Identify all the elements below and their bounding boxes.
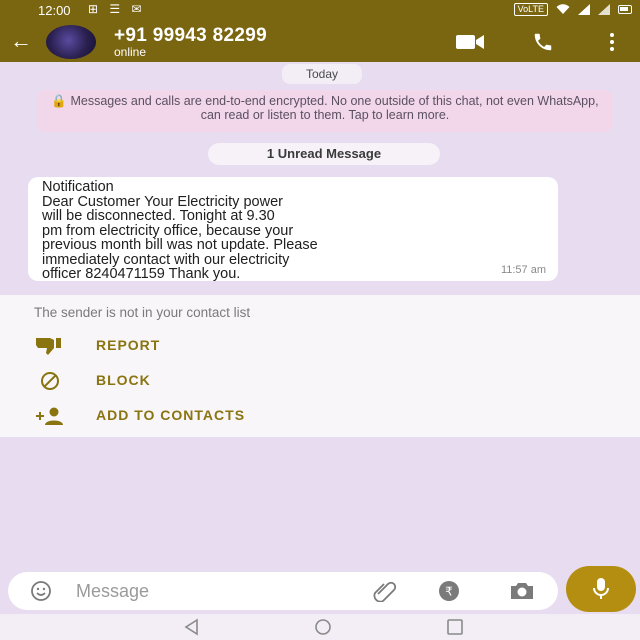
notification-icons: ⊞ ☰ ✉ bbox=[88, 2, 146, 16]
signal-icon-2 bbox=[598, 4, 610, 15]
volte-badge: VoLTE bbox=[513, 3, 548, 16]
message-timestamp: 11:57 am bbox=[500, 264, 546, 276]
unknown-sender-notice: The sender is not in your contact list bbox=[34, 305, 251, 320]
back-arrow-icon[interactable]: ← bbox=[10, 28, 32, 54]
mic-button[interactable] bbox=[566, 566, 636, 612]
camera-icon[interactable] bbox=[508, 580, 536, 602]
add-to-contacts-button[interactable]: ADD TO CONTACTS bbox=[0, 401, 640, 431]
unread-messages-chip: 1 Unread Message bbox=[208, 143, 440, 165]
add-contact-icon bbox=[36, 407, 63, 425]
svg-text:₹: ₹ bbox=[445, 585, 453, 599]
nav-home-icon[interactable] bbox=[313, 618, 333, 636]
nav-recents-icon[interactable] bbox=[446, 618, 464, 636]
chat-header: ← +91 99943 82299 online bbox=[0, 22, 640, 62]
status-time: 12:00 bbox=[38, 3, 71, 18]
system-nav-bar bbox=[0, 614, 640, 640]
block-label: BLOCK bbox=[96, 372, 151, 388]
voice-call-icon[interactable] bbox=[532, 31, 554, 53]
status-right-group: VoLTE bbox=[513, 3, 632, 16]
payment-icon[interactable]: ₹ bbox=[438, 580, 460, 602]
report-label: REPORT bbox=[96, 337, 161, 353]
message-text: Notification Dear Customer Your Electric… bbox=[42, 179, 318, 282]
date-chip: Today bbox=[282, 64, 362, 84]
avatar[interactable] bbox=[46, 25, 96, 59]
more-vert-icon[interactable] bbox=[605, 31, 619, 53]
signal-icon bbox=[578, 4, 590, 15]
nav-back-icon[interactable] bbox=[183, 618, 201, 636]
contact-name[interactable]: +91 99943 82299 bbox=[114, 25, 267, 47]
message-composer: ₹ bbox=[8, 572, 558, 610]
thumbs-down-icon bbox=[36, 338, 61, 355]
contact-status: online bbox=[114, 45, 147, 59]
unknown-sender-panel: The sender is not in your contact list R… bbox=[0, 295, 640, 437]
message-input[interactable] bbox=[76, 578, 356, 604]
block-button[interactable]: BLOCK bbox=[0, 366, 640, 396]
wifi-icon bbox=[556, 4, 570, 14]
report-button[interactable]: REPORT bbox=[0, 331, 640, 361]
battery-icon bbox=[618, 5, 632, 14]
emoji-icon[interactable] bbox=[30, 580, 52, 602]
mic-icon bbox=[593, 578, 609, 599]
attach-icon[interactable] bbox=[370, 580, 400, 602]
add-to-contacts-label: ADD TO CONTACTS bbox=[96, 407, 246, 423]
video-call-icon[interactable] bbox=[456, 34, 484, 50]
block-icon bbox=[41, 372, 59, 390]
incoming-message[interactable]: Notification Dear Customer Your Electric… bbox=[28, 177, 558, 281]
encryption-notice[interactable]: 🔒 Messages and calls are end-to-end encr… bbox=[37, 90, 613, 132]
status-bar: 12:00 ⊞ ☰ ✉ VoLTE bbox=[0, 0, 640, 22]
